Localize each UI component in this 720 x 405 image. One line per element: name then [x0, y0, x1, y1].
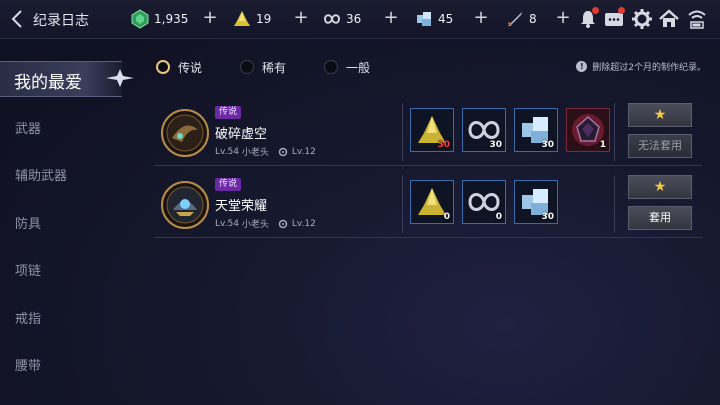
item-name: 破碎虚空	[215, 127, 268, 142]
creator-name: 小老头	[241, 220, 269, 230]
material-slot[interactable]: 30	[410, 108, 454, 152]
filter-legendary-radio[interactable]: 传说	[156, 58, 202, 76]
crafted-item-emblem-icon	[161, 181, 209, 229]
top-bar: 纪录日志 1,935 + 19 + 36 + 45 + 8 +	[0, 0, 720, 39]
page-title: 纪录日志	[33, 13, 89, 29]
resource-value: 19	[256, 12, 272, 26]
resource-green-gem: 1,935	[130, 9, 189, 29]
material-count: 30	[541, 140, 554, 150]
radio-unselected-icon	[324, 60, 338, 74]
material-slot[interactable]: 30	[514, 108, 558, 152]
material-slot[interactable]: 0	[410, 180, 454, 224]
sidebar-item-weapon[interactable]: 武器	[15, 118, 41, 137]
home-icon[interactable]	[657, 7, 681, 31]
favorite-button[interactable]: ★	[628, 103, 692, 127]
notification-dot	[618, 7, 625, 14]
rarity-tag: 传说	[215, 106, 242, 119]
material-slot[interactable]: 1	[566, 108, 610, 152]
sidebar-item-armor[interactable]: 防具	[15, 213, 41, 232]
radio-unselected-icon	[240, 60, 254, 74]
filter-common-radio[interactable]: 一般	[324, 58, 370, 76]
material-slot[interactable]: 0	[462, 180, 506, 224]
sidebar-item-label: 我的最爱	[14, 73, 82, 93]
resource-value: 36	[346, 12, 362, 26]
sidebar-item-necklace[interactable]: 项链	[15, 260, 41, 279]
rarity-tag: 传说	[215, 178, 242, 191]
resource-gold-crystal: 19	[232, 10, 271, 28]
divider	[402, 175, 403, 233]
material-count: 0	[443, 212, 450, 222]
info-icon: !	[576, 61, 588, 72]
add-sword-button[interactable]: +	[554, 8, 572, 28]
add-ice-crystal-button[interactable]: +	[472, 8, 490, 28]
material-slot[interactable]: 30	[462, 108, 506, 152]
resource-ice-crystal: 45	[414, 10, 453, 28]
resource-value: 1,935	[154, 12, 189, 26]
deletion-notice: ! 删除超过2个月的制作纪录。	[576, 60, 706, 73]
creator-name: 小老头	[241, 148, 269, 158]
material-count: 30	[489, 140, 502, 150]
material-count: 30	[541, 212, 554, 222]
add-green-gem-button[interactable]: +	[201, 8, 219, 28]
favorite-button[interactable]: ★	[628, 175, 692, 199]
crafted-item-emblem-icon	[161, 109, 209, 157]
green-gem-icon	[131, 9, 149, 29]
sword-icon	[507, 12, 522, 27]
add-infinity-ring-button[interactable]: +	[382, 8, 400, 28]
rarity-filter-bar: 传说 稀有 一般 ! 删除超过2个月的制作纪录。	[156, 58, 706, 78]
craft-skill-icon	[278, 147, 288, 156]
recipe-row[interactable]: 传说 破碎虚空 Lv.54 小老头 Lv.12 30 30 30 1 ★ 无法套…	[154, 101, 702, 166]
divider	[614, 175, 615, 233]
resource-sword: 8	[505, 10, 537, 28]
sparkle-indicator-icon	[106, 69, 134, 87]
category-sidebar: 我的最爱 武器 辅助武器 防具 项链 戒指 腰带	[0, 39, 134, 405]
sidebar-item-belt[interactable]: 腰带	[15, 355, 41, 374]
resource-value: 45	[438, 12, 454, 26]
apply-button[interactable]: 套用	[628, 206, 692, 230]
skill-level: Lv.12	[291, 218, 316, 229]
radio-selected-icon	[156, 60, 170, 74]
resource-value: 8	[529, 12, 537, 26]
material-count: 0	[495, 212, 502, 222]
add-gold-crystal-button[interactable]: +	[292, 8, 310, 28]
gear-icon[interactable]	[630, 7, 654, 31]
apply-button[interactable]: 无法套用	[628, 134, 692, 158]
craft-skill-icon	[278, 219, 288, 228]
item-level: Lv.54	[215, 146, 239, 157]
divider	[614, 103, 615, 161]
ice-crystal-icon	[417, 12, 431, 26]
skill-level: Lv.12	[291, 146, 316, 157]
sidebar-item-sub-weapon[interactable]: 辅助武器	[15, 165, 67, 184]
resource-infinity-ring: 36	[322, 10, 361, 28]
filter-rare-radio[interactable]: 稀有	[240, 58, 286, 76]
material-count: 1	[599, 140, 606, 150]
item-meta: Lv.54 小老头 Lv.12	[215, 145, 316, 159]
gold-crystal-icon	[234, 11, 250, 26]
filter-label: 一般	[346, 60, 371, 75]
item-meta: Lv.54 小老头 Lv.12	[215, 217, 316, 231]
notification-dot	[592, 7, 599, 14]
divider	[402, 103, 403, 161]
wifi-battery-icon	[688, 10, 706, 29]
infinity-ring-icon	[323, 14, 341, 24]
material-slot[interactable]: 30	[514, 180, 558, 224]
filter-label: 传说	[178, 60, 203, 75]
sidebar-item-ring[interactable]: 戒指	[15, 308, 41, 327]
material-count: 30	[437, 140, 450, 150]
recipe-row[interactable]: 传说 天堂荣耀 Lv.54 小老头 Lv.12 0 0 30 ★ 套用	[154, 173, 702, 238]
filter-label: 稀有	[262, 60, 287, 75]
item-name: 天堂荣耀	[215, 199, 268, 214]
notice-text: 删除超过2个月的制作纪录。	[592, 63, 706, 73]
back-arrow-icon[interactable]	[10, 9, 26, 29]
item-level: Lv.54	[215, 218, 239, 229]
